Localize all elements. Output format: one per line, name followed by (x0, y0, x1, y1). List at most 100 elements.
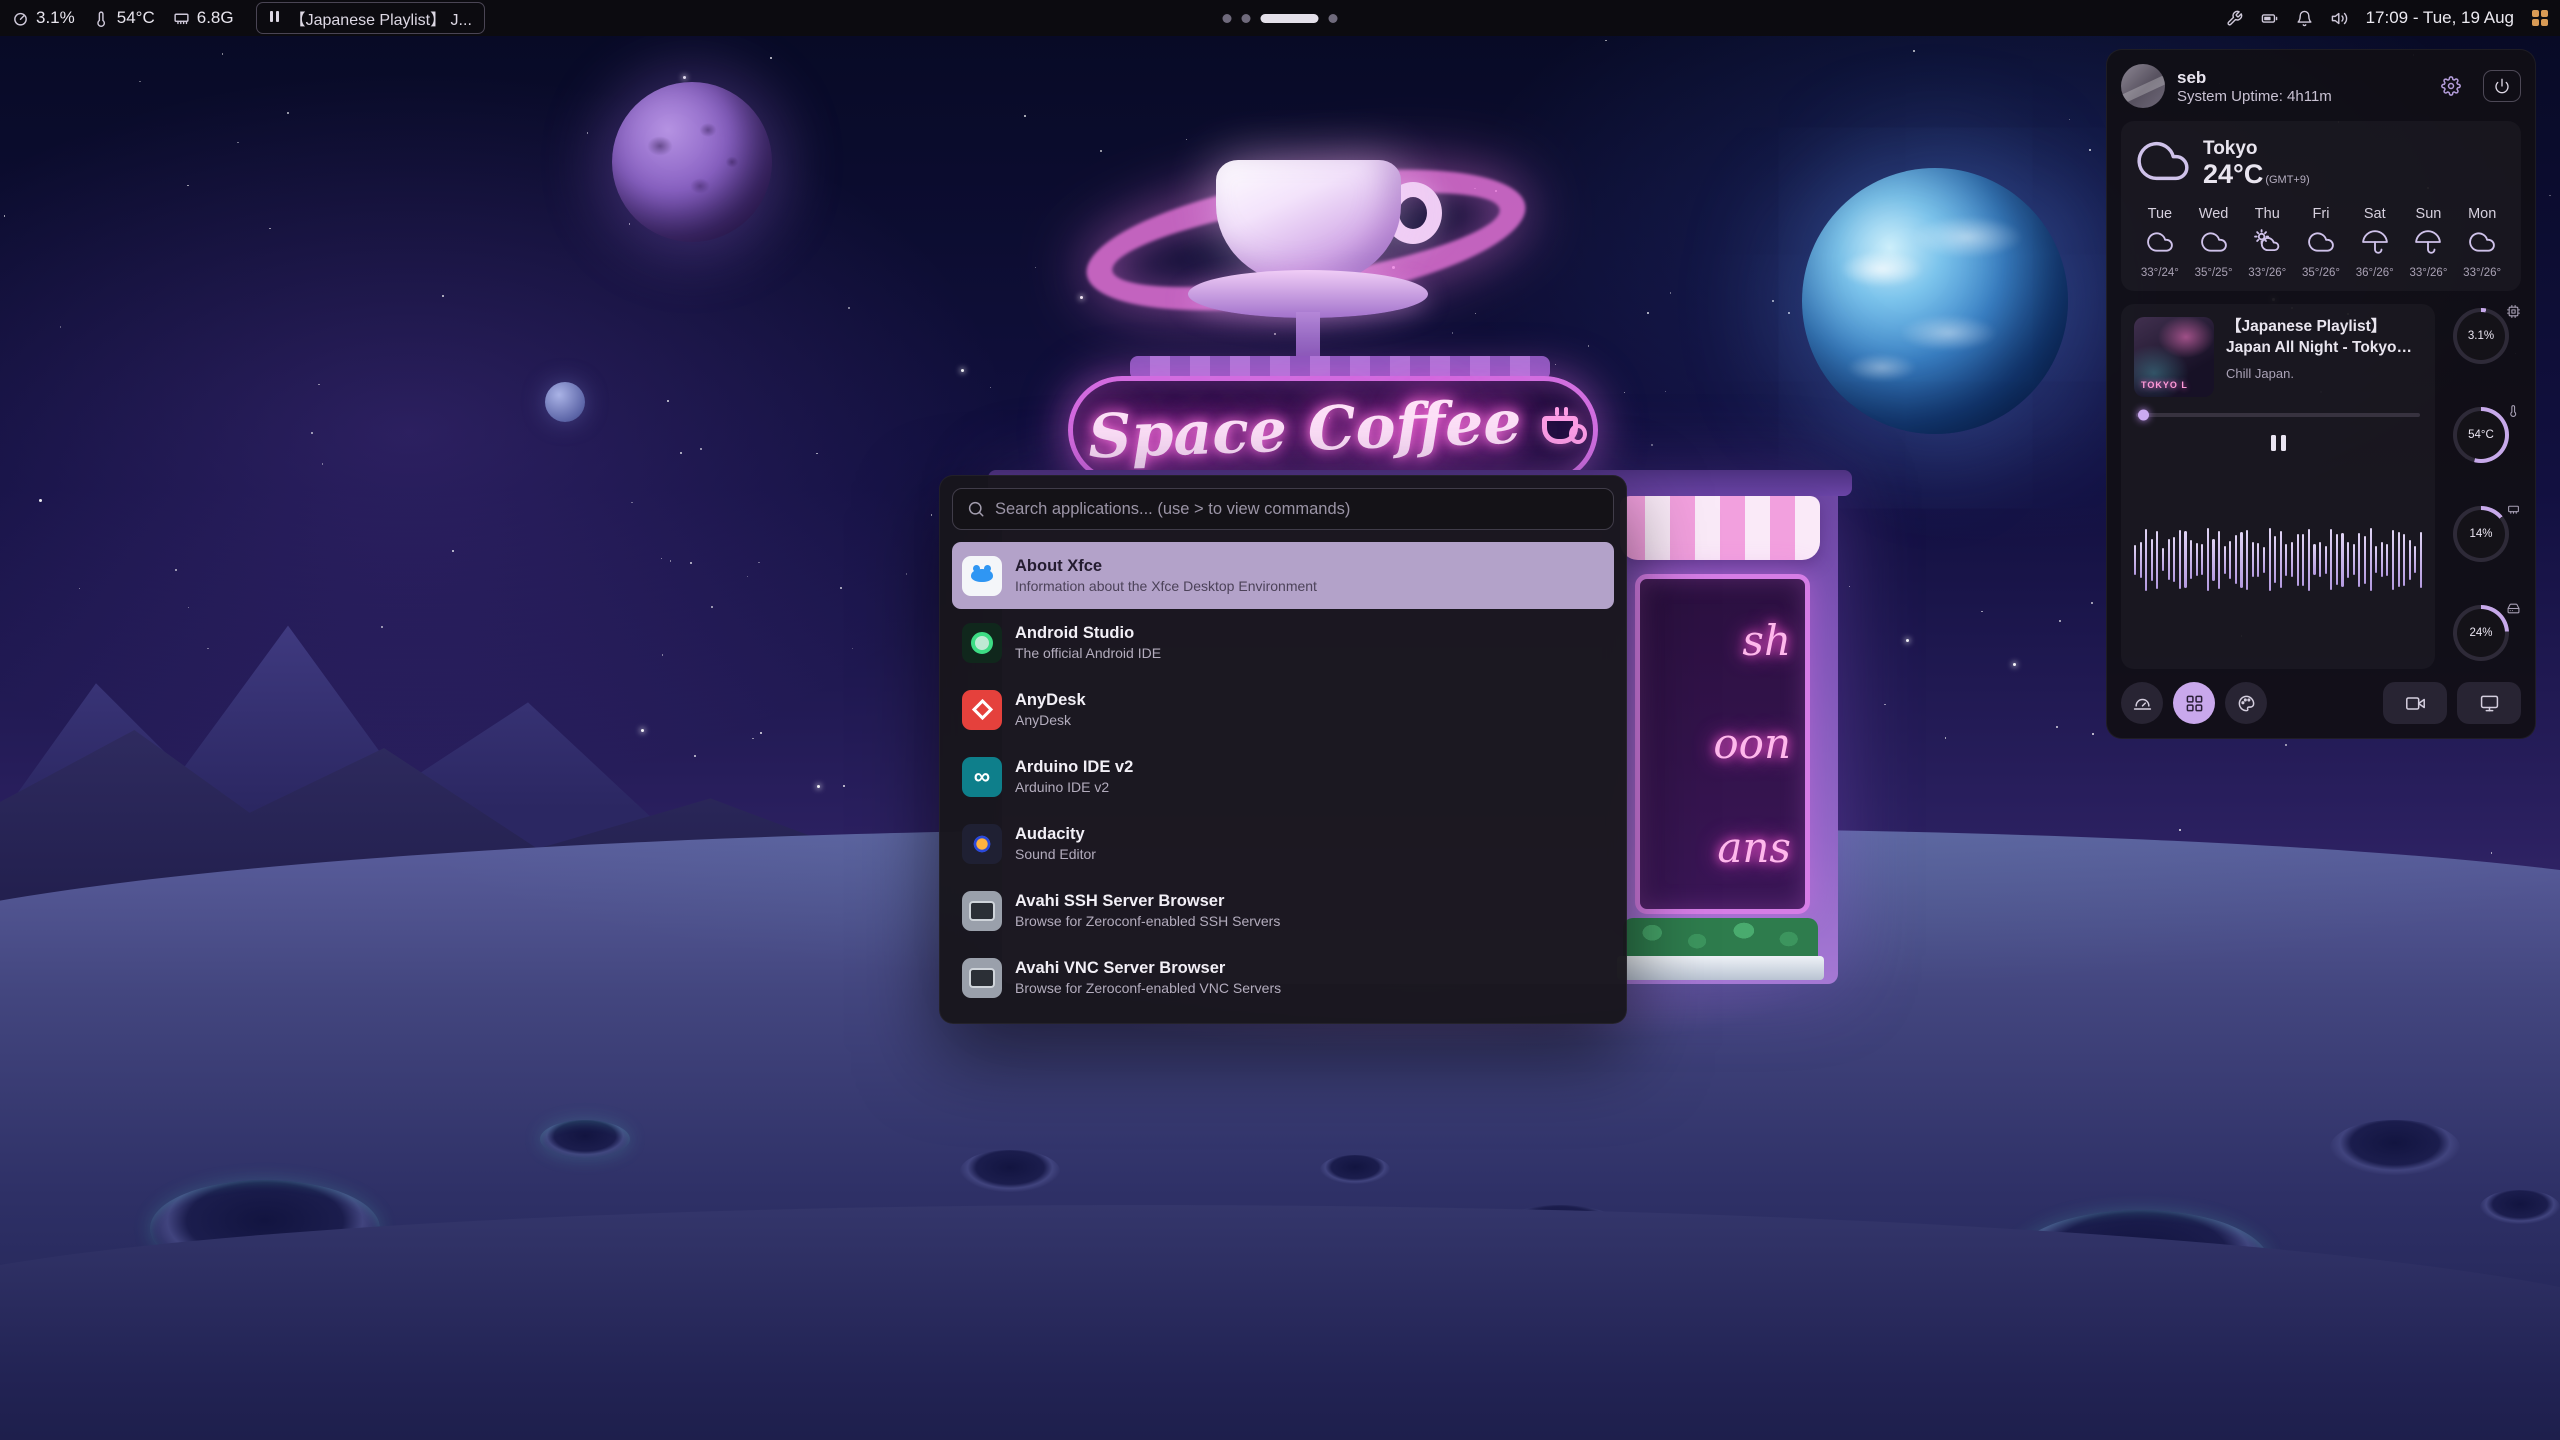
speedometer-icon (2133, 694, 2152, 713)
launcher-search[interactable] (952, 488, 1614, 530)
play-pause-button[interactable] (2267, 431, 2290, 455)
terminal-app-icon (962, 891, 1002, 931)
album-art-label: TOKYO L (2141, 380, 2188, 390)
forecast-day: Thu33°/26° (2240, 206, 2294, 279)
notifications-button[interactable] (2296, 10, 2313, 27)
forecast-day-label: Thu (2255, 206, 2280, 222)
gauge-icon (12, 10, 29, 27)
cloud-icon (2147, 229, 2173, 260)
battery-button[interactable] (2261, 10, 2278, 27)
disk-icon (2507, 602, 2520, 620)
dashboard-button[interactable] (2121, 682, 2163, 724)
settings-button[interactable] (2441, 76, 2461, 96)
arduino-app-icon: ∞ (962, 757, 1002, 797)
volume-icon (2331, 10, 2348, 27)
wrench-icon (2226, 10, 2243, 27)
workspace-dot[interactable] (1242, 14, 1251, 23)
weather-widget: Tokyo 24°C(GMT+9) Tue33°/24°Wed35°/25°Th… (2121, 121, 2521, 291)
forecast-day-label: Tue (2148, 206, 2172, 222)
forecast-temps: 35°/25° (2195, 267, 2233, 279)
gauge-value: 3.1% (2468, 330, 2494, 342)
shop-awning (1620, 496, 1820, 560)
memory-indicator[interactable]: 6.8G (173, 8, 234, 28)
crater (2480, 1190, 2560, 1224)
forecast-day: Sat36°/26° (2348, 206, 2402, 279)
cloud-icon (2201, 229, 2227, 260)
crater (2330, 1120, 2460, 1175)
search-input[interactable] (995, 500, 1599, 519)
thermometer-icon (93, 10, 110, 27)
result-description: Browse for Zeroconf-enabled VNC Servers (1015, 979, 1281, 997)
result-description: Sound Editor (1015, 845, 1096, 863)
shop-plants (1623, 918, 1818, 960)
result-name: Avahi SSH Server Browser (1015, 891, 1280, 912)
topbar-music-widget[interactable]: 【Japanese Playlist】 J... (256, 2, 485, 34)
result-description: Information about the Xfce Desktop Envir… (1015, 577, 1317, 595)
weather-city: Tokyo (2203, 138, 2310, 160)
workspace-dot-active[interactable] (1261, 14, 1319, 23)
launcher-result-row[interactable]: Avahi SSH Server BrowserBrowse for Zeroc… (952, 877, 1614, 944)
power-button[interactable] (2483, 70, 2521, 102)
cloud-icon (2308, 229, 2334, 260)
launcher-result-row[interactable]: AnyDeskAnyDesk (952, 676, 1614, 743)
tools-button[interactable] (2226, 10, 2243, 27)
result-description: AnyDesk (1015, 711, 1086, 729)
app-grid-button[interactable] (2532, 10, 2548, 26)
top-bar: 3.1% 54°C 6.8G 【Japanese Playlist】 J... … (0, 0, 2560, 36)
apps-button[interactable] (2173, 682, 2215, 724)
result-name: Audacity (1015, 824, 1096, 845)
result-name: AnyDesk (1015, 690, 1086, 711)
coffee-saucer (1188, 270, 1428, 318)
moon-ground-foreground (0, 1205, 2560, 1440)
clock[interactable]: 17:09 - Tue, 19 Aug (2366, 8, 2514, 28)
system-gauge-thermometer: 54°C (2453, 407, 2515, 467)
launcher-result-row[interactable]: Android StudioThe official Android IDE (952, 609, 1614, 676)
monitor-icon (2480, 694, 2499, 713)
forecast-day-label: Sun (2416, 206, 2442, 222)
user-card: seb System Uptime: 4h11m (2121, 64, 2521, 108)
video-camera-icon (2406, 694, 2425, 713)
battery-icon (2261, 10, 2278, 27)
launcher-result-row[interactable]: ∞Arduino IDE v2Arduino IDE v2 (952, 743, 1614, 810)
cloud-icon (2137, 135, 2189, 192)
system-uptime: System Uptime: 4h11m (2177, 88, 2429, 105)
neon-sign: Space Coffee (1068, 376, 1598, 484)
progress-knob[interactable] (2138, 410, 2149, 421)
launcher-result-row[interactable]: AudacitySound Editor (952, 810, 1614, 877)
result-name: About Xfce (1015, 556, 1317, 577)
result-description: Browse for Zeroconf-enabled SSH Servers (1015, 912, 1280, 930)
thermometer-icon (2507, 404, 2520, 422)
forecast-day: Sun 33°/26° (2402, 206, 2456, 279)
workspace-dot[interactable] (1223, 14, 1232, 23)
result-description: The official Android IDE (1015, 644, 1161, 662)
theme-button[interactable] (2225, 682, 2267, 724)
forecast-day: Wed35°/25° (2187, 206, 2241, 279)
cpu-usage-indicator[interactable]: 3.1% (12, 8, 75, 28)
forecast-temps: 33°/26° (2409, 267, 2447, 279)
neon-sign-text: Space Coffee (1087, 387, 1523, 472)
progress-bar[interactable] (2136, 413, 2420, 417)
app-launcher: About XfceInformation about the Xfce Des… (939, 475, 1627, 1024)
forecast-temps: 36°/26° (2356, 267, 2394, 279)
workspace-indicators (1223, 0, 1338, 36)
memory-icon (173, 10, 190, 27)
username: seb (2177, 68, 2429, 88)
avatar (2121, 64, 2165, 108)
rain-icon (2362, 229, 2388, 260)
gauge-value: 54°C (2468, 429, 2494, 441)
crater (540, 1120, 630, 1158)
launcher-result-row[interactable]: About XfceInformation about the Xfce Des… (952, 542, 1614, 609)
gear-icon (2441, 76, 2461, 96)
cpu-icon (2507, 305, 2520, 323)
record-button[interactable] (2383, 682, 2447, 724)
volume-button[interactable] (2331, 10, 2348, 27)
launcher-results: About XfceInformation about the Xfce Des… (952, 542, 1614, 1011)
memory-icon (2507, 503, 2520, 521)
shop-planter-box (1617, 956, 1824, 980)
workspace-dot[interactable] (1329, 14, 1338, 23)
screenshot-button[interactable] (2457, 682, 2521, 724)
cpu-temp-indicator[interactable]: 54°C (93, 8, 155, 28)
app-grid-icon (2532, 10, 2548, 26)
launcher-result-row[interactable]: Avahi VNC Server BrowserBrowse for Zeroc… (952, 944, 1614, 1011)
rain-icon (2415, 229, 2441, 260)
